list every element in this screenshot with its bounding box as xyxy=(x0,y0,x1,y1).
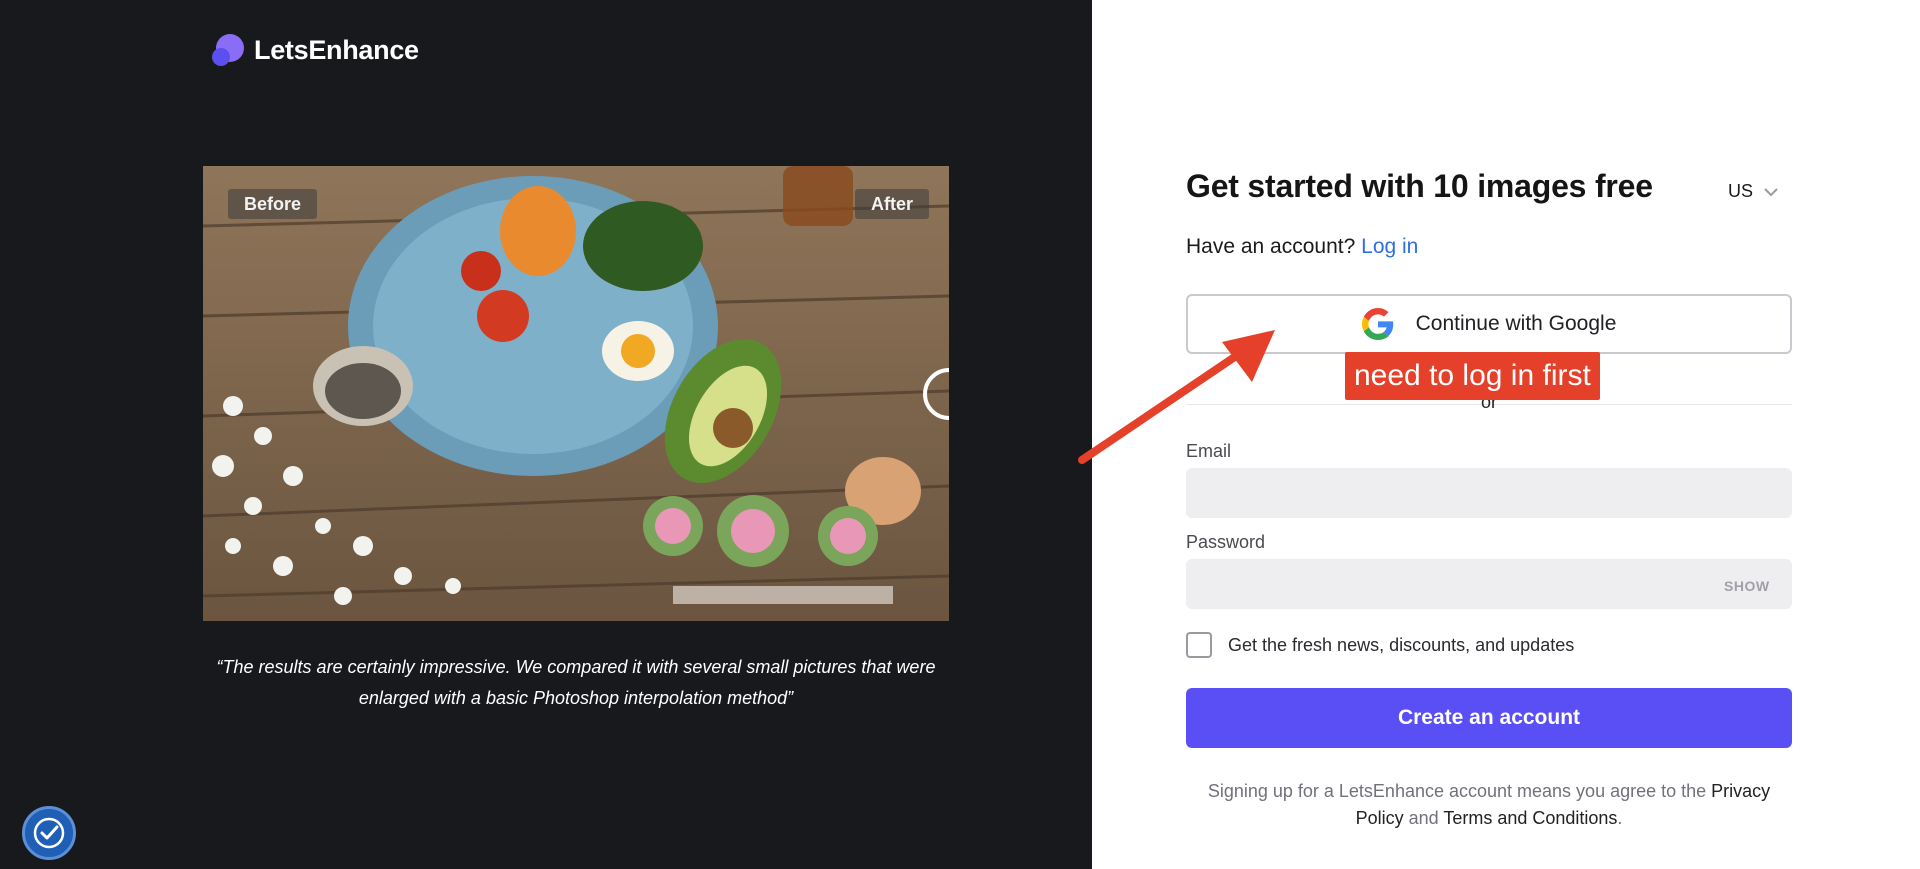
annotation-arrow xyxy=(1078,330,1275,464)
after-label: After xyxy=(854,189,929,219)
newsletter-checkbox[interactable] xyxy=(1186,632,1212,658)
accessibility-icon[interactable] xyxy=(22,806,76,860)
terms-text: Signing up for a LetsEnhance account mea… xyxy=(1186,778,1792,832)
language-selector[interactable]: US xyxy=(1728,181,1779,202)
chevron-down-icon xyxy=(1764,187,1778,196)
create-account-button[interactable]: Create an account xyxy=(1186,688,1792,748)
login-link[interactable]: Log in xyxy=(1361,235,1418,258)
have-account-text: Have an account? Log in xyxy=(1186,235,1418,259)
brand-logo[interactable]: LetsEnhance xyxy=(212,34,419,66)
language-value: US xyxy=(1728,181,1754,201)
page-title: Get started with 10 images free xyxy=(1186,168,1653,204)
newsletter-label: Get the fresh news, discounts, and updat… xyxy=(1228,634,1575,655)
terms-suffix: . xyxy=(1617,808,1623,828)
logo-icon xyxy=(212,34,244,66)
password-field[interactable] xyxy=(1186,559,1792,609)
brand-name: LetsEnhance xyxy=(254,34,419,65)
password-label: Password xyxy=(1186,532,1266,552)
have-account-label: Have an account? xyxy=(1186,235,1356,258)
terms-and: and xyxy=(1408,808,1439,828)
before-after-image[interactable]: Before After xyxy=(203,166,949,621)
annotation-note: need to log in first xyxy=(1345,352,1600,400)
food-photo xyxy=(203,166,949,621)
testimonial-quote: “The results are certainly impressive. W… xyxy=(216,657,936,708)
google-button-label: Continue with Google xyxy=(1415,312,1617,335)
terms-prefix: Signing up for a LetsEnhance account mea… xyxy=(1207,781,1707,801)
newsletter-row: Get the fresh news, discounts, and updat… xyxy=(1186,632,1574,658)
showcase-panel: LetsEnhance Before After “The results ar… xyxy=(0,0,1092,869)
google-icon xyxy=(1361,308,1393,340)
before-label: Before xyxy=(228,189,318,219)
terms-link[interactable]: Terms and Conditions xyxy=(1443,808,1617,828)
show-password-toggle[interactable]: SHOW xyxy=(1724,578,1770,594)
